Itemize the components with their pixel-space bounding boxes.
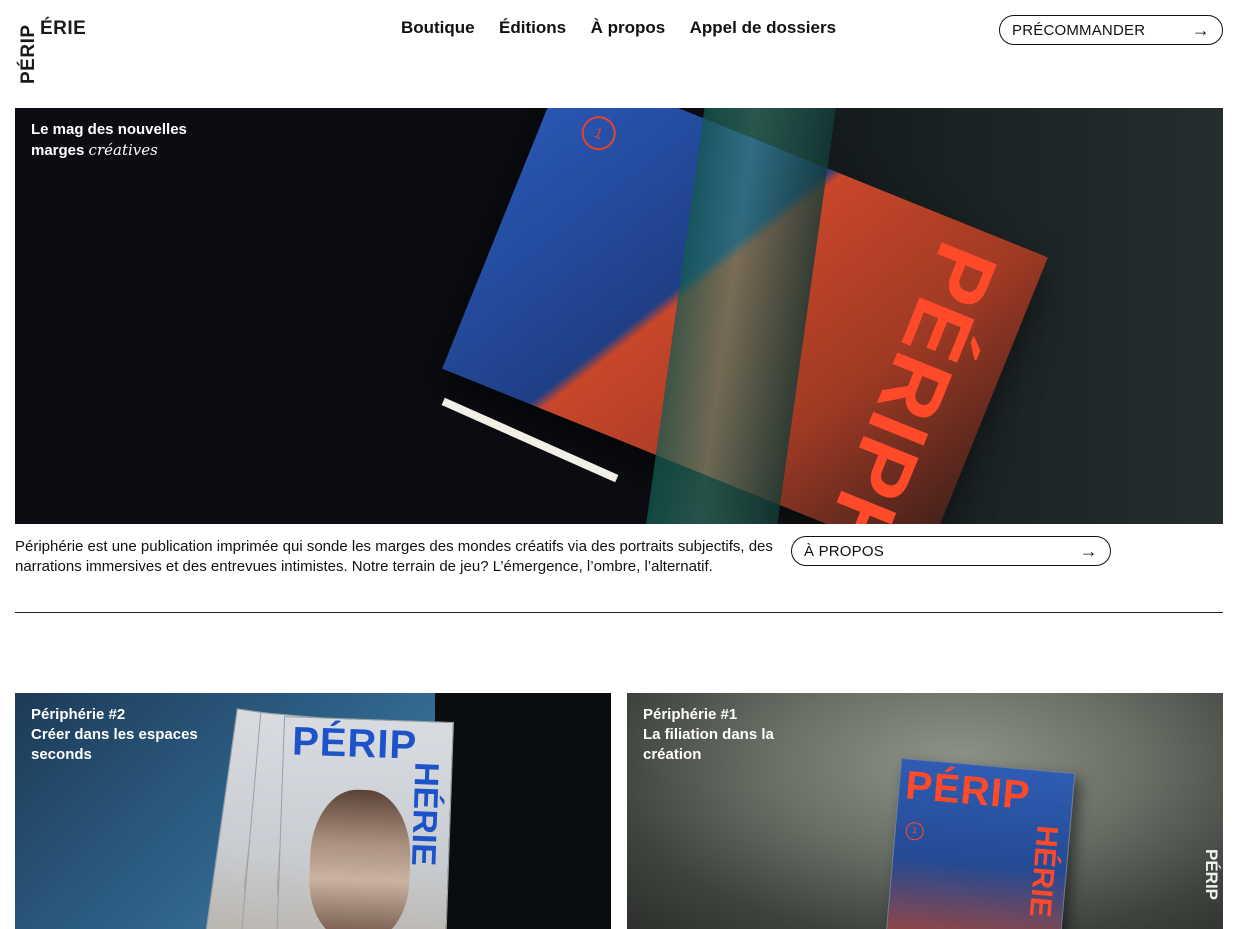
- cover-title-vertical: HÉRIE: [1022, 824, 1064, 919]
- tagline-line-1: Le mag des nouvelles: [31, 121, 187, 138]
- nav-appel-de-dossiers[interactable]: Appel de dossiers: [690, 18, 836, 38]
- preorder-button[interactable]: PRÉCOMMANDER →: [999, 15, 1223, 45]
- issue-title-line-1: Créer dans les espaces: [31, 726, 198, 743]
- tagline-prefix: marges: [31, 142, 85, 159]
- arrow-right-icon: →: [1079, 541, 1098, 561]
- card-shadow: [435, 693, 611, 929]
- hero-tagline: Le mag des nouvelles marges créatives: [31, 120, 187, 161]
- issue-card-1[interactable]: PÉRIP 1 HÉRIE PÉRIP Périphérie #1 La fil…: [627, 693, 1223, 929]
- issue-title-line-2: seconds: [31, 746, 92, 763]
- cover-title: PÉRIP: [291, 719, 418, 768]
- issue-card-2[interactable]: PÉRIP HÉRIE Périphérie #2 Créer dans les…: [15, 693, 611, 929]
- magazine-cover-front: PÉRIP 1 HÉRIE: [883, 757, 1076, 929]
- hero-image: 1 PÉRIPHÉRIE Le mag des nouvelles marges…: [15, 108, 1223, 524]
- issue-badge: 1: [576, 110, 621, 156]
- magazine-cover-front: PÉRIP HÉRIE: [276, 716, 454, 929]
- tagline-line-2: marges créatives: [31, 140, 187, 161]
- issue-title-line-1: La filiation dans la: [643, 726, 774, 743]
- issue-number: Périphérie #2: [31, 706, 126, 723]
- issue-card-label: Périphérie #2 Créer dans les espaces sec…: [31, 705, 198, 765]
- issue-card-label: Périphérie #1 La filiation dans la créat…: [643, 705, 774, 765]
- issue-badge: 1: [904, 821, 925, 841]
- cover-title: PÉRIP: [903, 763, 1033, 819]
- nav-boutique[interactable]: Boutique: [401, 18, 475, 38]
- nav-a-propos[interactable]: À propos: [591, 18, 666, 38]
- nav-editions[interactable]: Éditions: [499, 18, 566, 38]
- arrow-right-icon: →: [1191, 20, 1210, 40]
- about-button[interactable]: À PROPOS →: [791, 536, 1111, 566]
- about-button-label: À PROPOS: [804, 542, 884, 560]
- issue-number: Périphérie #1: [643, 706, 738, 723]
- tagline-script-word: créatives: [88, 141, 158, 159]
- preorder-label: PRÉCOMMANDER: [1012, 21, 1146, 39]
- about-description: Périphérie est une publication imprimée …: [15, 538, 773, 575]
- issue-title-line-2: création: [643, 746, 702, 763]
- logo-stamp-icon: PÉRIP: [1165, 849, 1223, 915]
- portrait: [307, 788, 413, 929]
- stamp-text: PÉRIP: [1202, 849, 1221, 901]
- section-divider: [15, 612, 1223, 613]
